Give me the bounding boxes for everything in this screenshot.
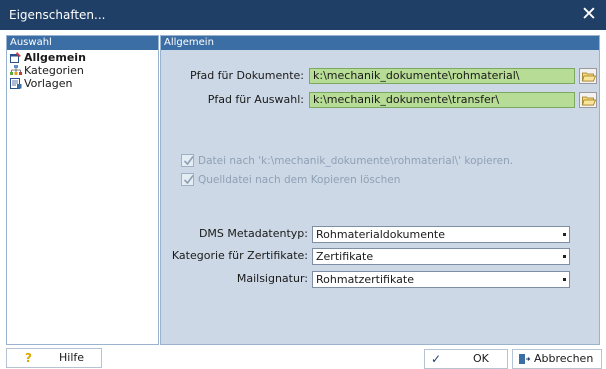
cancel-door-icon	[519, 354, 530, 364]
selection-path-input[interactable]: k:\mechanik_dokumente\transfer\	[309, 92, 575, 108]
mail-signature-value: Rohmatzertifikate	[316, 273, 414, 286]
copy-file-checkbox-row: Datei nach 'k:\mechanik_dokumente\rohmat…	[181, 154, 581, 168]
cert-category-label: Kategorie für Zertifikate:	[171, 249, 308, 262]
general-panel-header: Allgemein	[161, 36, 599, 50]
dms-type-value: Rohmaterialdokumente	[316, 228, 446, 241]
window-title: Eigenschaften...	[9, 8, 106, 22]
tree-item-vorlagen[interactable]: Vorlagen	[7, 77, 158, 90]
help-label: Hilfe	[59, 351, 85, 364]
selection-path-browse-button[interactable]	[579, 92, 597, 108]
help-icon: ?	[25, 351, 32, 365]
selection-path-label: Pfad für Auswahl:	[207, 93, 304, 106]
selection-panel-header: Auswahl	[7, 36, 158, 50]
delete-source-checkbox-row: Quelldatei nach dem Kopieren löschen	[181, 173, 581, 187]
dms-type-label: DMS Metadatentyp:	[198, 227, 308, 240]
cert-category-value: Zertifikate	[316, 250, 374, 263]
doc-path-label: Pfad für Dokumente:	[189, 69, 304, 82]
open-folder-icon	[582, 72, 596, 82]
tree-item-kategorien[interactable]: Kategorien	[7, 64, 158, 77]
button-bar: ? Hilfe ✓ OK Abbrechen	[0, 345, 606, 369]
tree-item-label: Vorlagen	[24, 77, 73, 90]
open-folder-icon	[582, 96, 596, 106]
cert-category-select[interactable]: Zertifikate	[312, 248, 570, 265]
checkmark-icon: ✓	[431, 352, 442, 366]
copy-file-label: Datei nach 'k:\mechanik_dokumente\rohmat…	[198, 155, 514, 167]
checkmark-icon	[183, 175, 194, 185]
mail-signature-label: Mailsignatur:	[236, 272, 308, 285]
doc-path-input[interactable]: k:\mechanik_dokumente\rohmaterial\	[309, 68, 575, 84]
close-icon[interactable]: ✕	[578, 3, 600, 25]
dms-type-select[interactable]: Rohmaterialdokumente	[312, 226, 570, 243]
properties-icon	[10, 52, 21, 63]
help-button[interactable]: ? Hilfe	[6, 348, 102, 368]
dropdown-arrow-icon	[563, 278, 566, 281]
properties-dialog: Eigenschaften... ✕ Auswahl Allgemein Kat…	[0, 0, 606, 369]
ok-label: OK	[473, 352, 489, 365]
tree-item-label: Allgemein	[24, 51, 86, 64]
ok-button[interactable]: ✓ OK	[424, 349, 508, 369]
tree-item-label: Kategorien	[24, 64, 84, 77]
title-bar[interactable]: Eigenschaften... ✕	[0, 0, 606, 30]
dropdown-arrow-icon	[563, 255, 566, 258]
selection-panel: Auswahl Allgemein Kategorien Vorlagen	[6, 35, 159, 345]
cancel-button[interactable]: Abbrechen	[512, 349, 602, 369]
doc-path-browse-button[interactable]	[579, 68, 597, 84]
tree-item-allgemein[interactable]: Allgemein	[7, 51, 158, 64]
dropdown-arrow-icon	[563, 233, 566, 236]
checkmark-icon	[183, 156, 194, 166]
mail-signature-select[interactable]: Rohmatzertifikate	[312, 271, 570, 288]
delete-source-label: Quelldatei nach dem Kopieren löschen	[198, 174, 401, 186]
copy-file-checkbox[interactable]	[181, 154, 194, 167]
delete-source-checkbox[interactable]	[181, 173, 194, 186]
categories-icon	[10, 65, 22, 75]
templates-icon	[10, 78, 22, 89]
cancel-label: Abbrechen	[534, 352, 594, 365]
general-panel: Allgemein Pfad für Dokumente: k:\mechani…	[160, 35, 600, 345]
